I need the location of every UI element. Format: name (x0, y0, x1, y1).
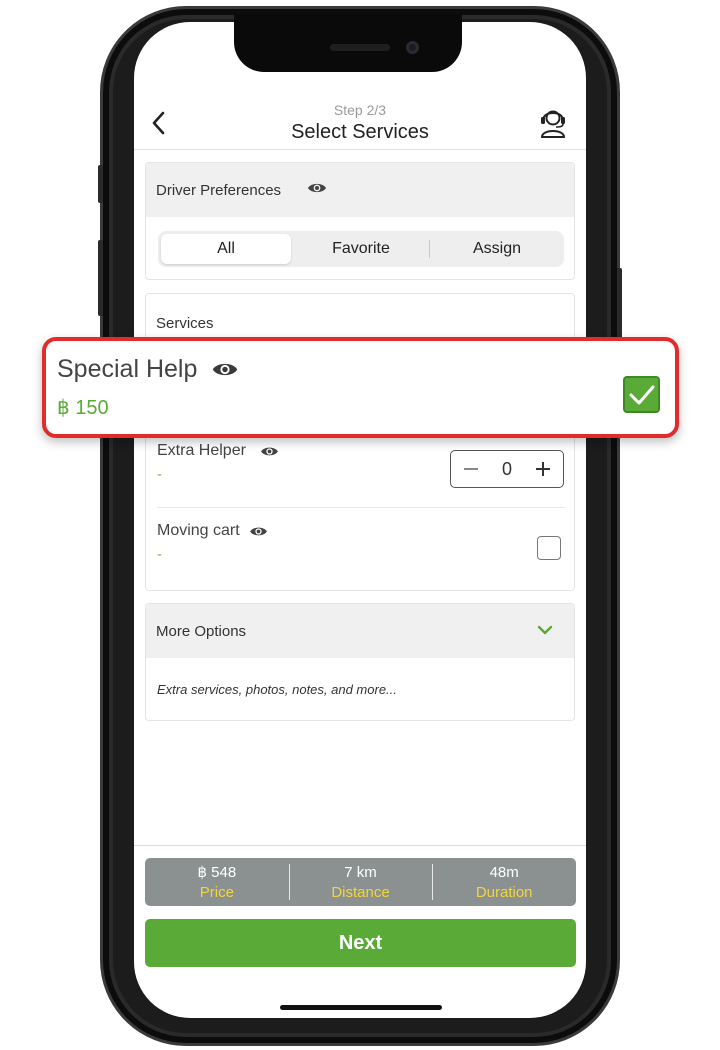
service-name-moving-cart: Moving cart (157, 522, 268, 540)
service-label: Moving cart (157, 522, 240, 539)
volume-up-button (98, 240, 103, 316)
support-button[interactable] (538, 107, 568, 139)
extra-helper-quantity-stepper: 0 (450, 450, 564, 488)
increment-button[interactable] (533, 459, 553, 479)
plus-icon (535, 462, 550, 476)
special-help-checkbox[interactable] (623, 376, 660, 413)
summary-price: ฿ 548 Price (145, 858, 289, 906)
page-title: Select Services (291, 121, 429, 143)
footer-divider (134, 845, 586, 846)
checkmark-icon (629, 385, 654, 404)
mute-switch (98, 165, 103, 203)
special-help-title: Special Help (57, 355, 239, 384)
decrement-button[interactable] (461, 459, 481, 479)
eye-icon[interactable] (260, 445, 279, 458)
summary-label: Price (199, 884, 234, 901)
header-divider (134, 149, 586, 150)
services-title: Services (156, 315, 214, 332)
service-price-extra-helper: - (157, 466, 162, 483)
speaker-grille (330, 44, 390, 51)
home-indicator[interactable] (280, 1005, 442, 1010)
special-help-price: ฿ 150 (57, 397, 109, 419)
more-options-header[interactable]: More Options (146, 604, 574, 658)
service-name-extra-helper: Extra Helper (157, 442, 279, 460)
summary-value: ฿ 548 (197, 864, 237, 881)
summary-value: 48m (489, 863, 519, 881)
chevron-down-icon[interactable] (537, 624, 553, 636)
summary-duration: 48m Duration (432, 858, 576, 906)
tab-assign[interactable]: Assign (430, 234, 564, 264)
step-indicator: Step 2/3 (333, 102, 387, 118)
tab-all[interactable]: All (161, 234, 291, 264)
summary-label: Distance (331, 883, 390, 901)
driver-preferences-card: Driver Preferences All Favorite Assign (145, 162, 575, 280)
more-options-title: More Options (156, 622, 247, 640)
headset-support-icon (540, 110, 566, 138)
stepper-value: 0 (501, 458, 512, 479)
tab-favorite[interactable]: Favorite (294, 234, 428, 264)
row-divider (157, 507, 565, 508)
driver-preference-segmented-control: All Favorite Assign (158, 231, 564, 267)
summary-label: Duration (475, 883, 533, 901)
front-camera (406, 41, 419, 54)
summary-distance: 7 km Distance (288, 858, 433, 906)
minus-icon (464, 468, 478, 470)
trip-summary-bar: ฿ 548 Price 7 km Distance 48m Duration (145, 858, 576, 906)
eye-icon[interactable] (211, 360, 239, 379)
phone-notch (234, 14, 462, 72)
more-options-card: More Options Extra services, photos, not… (145, 603, 575, 721)
service-label: Extra Helper (157, 442, 246, 459)
service-price-moving-cart: - (157, 546, 162, 563)
driver-preferences-title: Driver Preferences (156, 181, 282, 199)
special-help-highlight: Special Help ฿ 150 (42, 337, 679, 438)
summary-value: 7 km (344, 863, 377, 881)
next-button[interactable]: Next (145, 919, 576, 967)
more-options-note: Extra services, photos, notes, and more.… (157, 682, 397, 697)
special-help-label: Special Help (57, 355, 198, 383)
moving-cart-checkbox[interactable] (537, 536, 561, 560)
eye-icon[interactable] (307, 181, 327, 199)
driver-preferences-header: Driver Preferences (146, 163, 574, 217)
eye-icon[interactable] (249, 525, 268, 538)
